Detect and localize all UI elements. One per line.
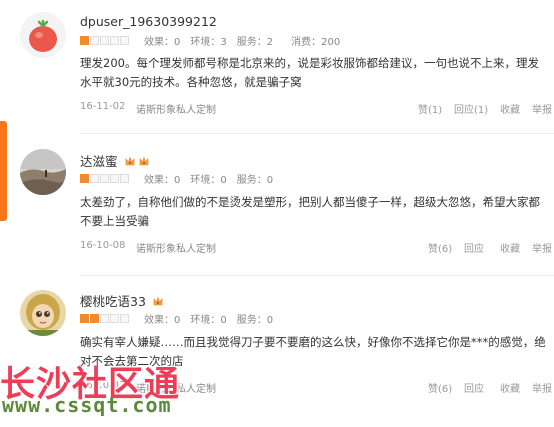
report-button[interactable]: 举报 [532, 240, 552, 255]
reply-button[interactable]: 回应(1) [454, 101, 488, 116]
crown-icon [153, 296, 163, 306]
like-button[interactable]: 赞(1) [418, 101, 442, 116]
divider [80, 133, 554, 134]
rating-row: 效果：0 环境：3 服务：2 消费：200 [80, 33, 350, 48]
landscape-avatar-icon[interactable] [20, 149, 66, 195]
favorite-button[interactable]: 收藏 [500, 380, 520, 395]
divider [80, 275, 554, 276]
rating-row: 效果：0 环境：0 服务：0 [80, 311, 283, 326]
star-icon [120, 36, 129, 45]
crown-icon [140, 156, 149, 166]
star-icon [120, 314, 129, 323]
review-content: 理发200。每个理发师都号称是北京来的，说是彩妆服饰都给建议，一句也说不上来，理… [80, 56, 539, 89]
star-icon [110, 174, 119, 183]
rating-row: 效果：0 环境：0 服务：0 [80, 171, 283, 186]
star-icon [80, 314, 89, 323]
crown-icon [125, 156, 134, 166]
favorite-button[interactable]: 收藏 [500, 240, 520, 255]
environment-score: 环境：3 [190, 37, 227, 48]
review-date: 16-10-08 [80, 240, 126, 251]
star-icon [120, 174, 129, 183]
favorite-button[interactable]: 收藏 [500, 101, 520, 116]
report-button[interactable]: 举报 [532, 380, 552, 395]
vip-badges [124, 155, 150, 170]
reply-button[interactable]: 回应 [464, 240, 484, 255]
star-icon [80, 36, 89, 45]
star-icon [90, 174, 99, 183]
star-icon [110, 314, 119, 323]
star-rating [80, 174, 130, 183]
star-icon [100, 174, 109, 183]
review-date: 16-11-02 [80, 101, 126, 112]
star-icon [100, 314, 109, 323]
star-icon [110, 36, 119, 45]
username[interactable]: 达滋蜜 [80, 151, 149, 170]
shop-link[interactable]: 诺斯形象私人定制 [136, 240, 216, 255]
tomato-avatar-icon[interactable] [20, 12, 66, 58]
star-icon [90, 36, 99, 45]
review-item: dpuser_19630399212 效果：0 环境：3 服务：2 消费：200… [0, 0, 554, 124]
watermark-url: www.cssqt.com [2, 393, 172, 417]
star-rating [80, 314, 130, 323]
environment-score: 环境：0 [190, 175, 227, 186]
like-button[interactable]: 赞(6) [428, 380, 452, 395]
username[interactable]: dpuser_19630399212 [80, 14, 217, 29]
username-text[interactable]: 樱桃吃语33 [80, 294, 146, 309]
service-score: 服务：2 [236, 37, 274, 48]
environment-score: 环境：0 [190, 315, 227, 326]
review-content: 太差劲了，自称他们做的不是烫发是塑形，把别人都当傻子一样，超级大忽悠，希望大家都… [80, 195, 540, 228]
star-icon [80, 174, 89, 183]
effect-score: 效果：0 [144, 175, 181, 186]
shop-link[interactable]: 诺斯形象私人定制 [136, 101, 216, 116]
username[interactable]: 樱桃吃语33 [80, 291, 163, 310]
username-text[interactable]: 达滋蜜 [80, 154, 118, 169]
review-item: 达滋蜜 效果：0 环境：0 服务：0 太差劲了，自称他们做的不是烫发是塑形，把别… [0, 140, 554, 275]
report-button[interactable]: 举报 [532, 101, 552, 116]
effect-score: 效果：0 [144, 315, 181, 326]
star-rating [80, 36, 130, 45]
vip-badges [152, 295, 163, 310]
like-button[interactable]: 赞(6) [428, 240, 452, 255]
service-score: 服务：0 [236, 315, 274, 326]
star-icon [100, 36, 109, 45]
service-score: 服务：0 [236, 175, 274, 186]
star-icon [90, 314, 99, 323]
doll-avatar-icon[interactable] [20, 290, 66, 336]
effect-score: 效果：0 [144, 37, 181, 48]
reply-button[interactable]: 回应 [464, 380, 484, 395]
spend-amount: 消费：200 [291, 37, 341, 48]
